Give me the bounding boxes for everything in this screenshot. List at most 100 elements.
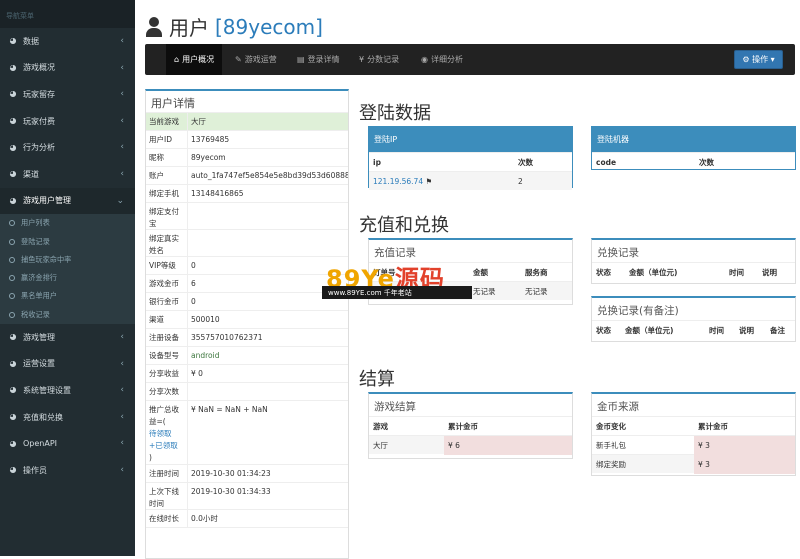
dashboard-icon: ◕ <box>9 358 17 368</box>
row-label: 账户 <box>146 167 188 184</box>
sidebar-subitem[interactable]: 登陆记录 <box>0 232 135 250</box>
section-recharge: 充值和兑换 <box>359 215 449 236</box>
sidebar-item[interactable]: ◕ 运营设置 ‹ <box>0 351 135 378</box>
table-header: 状态 金额（单位元) 时间 说明 <box>592 262 795 281</box>
circle-icon <box>9 293 15 300</box>
row-label: 上次下线时间 <box>146 483 188 509</box>
pending-claimed-link[interactable]: 待领取+已领取 <box>149 429 178 450</box>
row-label: 注册设备 <box>146 329 188 346</box>
game-settle-title: 游戏结算 <box>374 401 416 413</box>
sidebar-item[interactable]: ◕ 游戏用户管理 ⌄ <box>0 187 135 215</box>
row-label: 当前游戏 <box>146 113 188 130</box>
row-value <box>188 383 348 400</box>
table-row: 设备型号 android <box>146 347 348 365</box>
row-label: 绑定真实姓名 <box>146 230 188 256</box>
sidebar-item[interactable]: ◕ OpenAPI ‹ <box>0 430 135 457</box>
operate-button[interactable]: ⚙ 操作 ▾ <box>734 50 783 69</box>
sidebar-item[interactable]: ◕ 系统管理设置 ‹ <box>0 377 135 404</box>
sidebar-item-label: 系统管理设置 <box>23 385 71 395</box>
dashboard-icon: ◕ <box>9 465 17 475</box>
login-machine-box: 登陆机器 code 次数 <box>591 126 796 170</box>
sidebar-subitem-label: 赢济金排行 <box>21 273 57 283</box>
row-label: 昵称 <box>146 149 188 166</box>
dashboard-icon: ◕ <box>9 412 17 422</box>
page-brand: [89yecom] <box>215 14 323 39</box>
row-value: ¥ NaN = NaN + NaN <box>191 405 268 414</box>
table-row: 在线时长 0.0小时 <box>146 510 348 528</box>
chevron-left-icon: ‹ <box>120 464 124 475</box>
coin-source-box: 金币来源 金币变化 累计金币 新手礼包 ¥ 3 绑定奖励 ¥ 3 <box>591 392 796 476</box>
table-row: VIP等级 0 <box>146 257 348 275</box>
sidebar-subitem[interactable]: 黑名单用户 <box>0 287 135 305</box>
sidebar-item[interactable]: ◕ 数据 ‹ <box>0 28 135 55</box>
table-row: 上次下线时间 2019-10-30 01:34:33 <box>146 483 348 510</box>
dashboard-icon: ◕ <box>9 142 17 152</box>
sidebar-item-label: 运营设置 <box>23 359 55 369</box>
row-value: 大厅 <box>191 117 206 126</box>
row-value: 13769485 <box>191 135 230 144</box>
tab-detailed-analysis[interactable]: ◉ 详细分析 <box>413 44 471 75</box>
row-value: 89yecom <box>191 153 226 162</box>
table-header: code 次数 <box>592 152 795 171</box>
circle-icon <box>9 238 15 245</box>
tab-score-records[interactable]: ¥ 分数记录 <box>351 44 407 75</box>
gear-icon: ⚙ <box>742 55 750 64</box>
exchange-record-title: 兑换记录 <box>597 247 639 259</box>
sidebar-subitem[interactable]: 税收记录 <box>0 306 135 324</box>
tab-game-operation[interactable]: ✎ 游戏运营 <box>227 44 285 75</box>
user-detail-title: 用户详情 <box>146 91 348 113</box>
row-label: VIP等级 <box>146 257 188 274</box>
login-machine-title: 登陆机器 <box>592 127 795 152</box>
circle-icon <box>9 275 15 282</box>
sidebar-menu: ◕ 数据 ‹ ◕ 游戏概况 ‹ ◕ 玩家留存 ‹ ◕ 玩家付费 ‹ ◕ 行为分析 ‹ ◕ 渠道 ‹ ◕ 游戏用户管理 ⌄… <box>0 28 135 484</box>
row-value: auto_1fa747ef5e854e5e8bd39d53d6088823 <box>191 171 348 180</box>
sidebar-item[interactable]: ◕ 操作员 ‹ <box>0 457 135 484</box>
sidebar-item[interactable]: ◕ 充值和兑换 ‹ <box>0 404 135 431</box>
row-label: 分享次数 <box>146 383 188 400</box>
chevron-down-icon: ⌄ <box>116 195 124 206</box>
sidebar-item[interactable]: ◕ 游戏管理 ‹ <box>0 324 135 351</box>
sidebar-submenu: 用户列表登陆记录捕鱼玩家命中率赢济金排行黑名单用户税收记录 <box>0 214 135 324</box>
sidebar-item-label: 行为分析 <box>23 143 55 153</box>
chevron-left-icon: ‹ <box>120 385 124 396</box>
sidebar-item-label: 玩家付费 <box>23 116 55 126</box>
dashboard-icon: ◕ <box>9 116 17 126</box>
table-row: 银行金币 0 <box>146 293 348 311</box>
flag-icon: ⚑ <box>425 176 433 186</box>
sidebar-item[interactable]: ◕ 玩家付费 ‹ <box>0 108 135 135</box>
table-row: 渠道 500010 <box>146 311 348 329</box>
row-label: 绑定支付宝 <box>146 203 188 229</box>
page-title: 用户 [89yecom] <box>145 12 323 41</box>
sidebar-item-label: 玩家留存 <box>23 89 55 99</box>
row-value: 2019-10-30 01:34:33 <box>191 487 271 496</box>
sidebar-item[interactable]: ◕ 游戏概况 ‹ <box>0 55 135 82</box>
sidebar-subitem-label: 黑名单用户 <box>21 291 57 301</box>
row-value <box>188 203 348 229</box>
login-ip-title: 登陆IP <box>369 127 572 152</box>
row-label: 在线时长 <box>146 510 188 527</box>
sidebar-subitem-label: 登陆记录 <box>21 236 50 246</box>
sidebar-item[interactable]: ◕ 玩家留存 ‹ <box>0 81 135 108</box>
table-row: 分享收益 ¥ 0 <box>146 365 348 383</box>
row-label: 渠道 <box>146 311 188 328</box>
row-value: 355757010762371 <box>191 333 263 342</box>
sidebar-item[interactable]: ◕ 行为分析 ‹ <box>0 134 135 161</box>
user-icon <box>145 16 163 37</box>
sidebar-header: 导航菜单 <box>0 0 135 28</box>
row-value: 2019-10-30 01:34:23 <box>191 469 271 478</box>
row-label: 设备型号 <box>146 347 188 364</box>
table-row: 绑定支付宝 <box>146 203 348 230</box>
row-label: 注册时间 <box>146 465 188 482</box>
sidebar-subitem[interactable]: 捕鱼玩家命中率 <box>0 251 135 269</box>
ip-link[interactable]: 121.19.56.74 <box>373 177 423 186</box>
tab-user-overview[interactable]: ⌂ 用户概况 <box>166 44 223 75</box>
sidebar-subitem[interactable]: 赢济金排行 <box>0 269 135 287</box>
sidebar-subitem-label: 税收记录 <box>21 309 50 319</box>
user-detail-panel: 用户详情 当前游戏 大厅 用户ID 13769485 昵称 89yecom 账户 auto_1… <box>145 89 349 559</box>
home-icon: ⌂ <box>174 55 180 64</box>
chevron-left-icon: ‹ <box>120 331 124 342</box>
sidebar-item[interactable]: ◕ 渠道 ‹ <box>0 161 135 188</box>
tab-login-details[interactable]: ▤ 登录详情 <box>289 44 348 75</box>
sidebar-subitem[interactable]: 用户列表 <box>0 214 135 232</box>
yen-icon: ¥ <box>359 55 365 64</box>
